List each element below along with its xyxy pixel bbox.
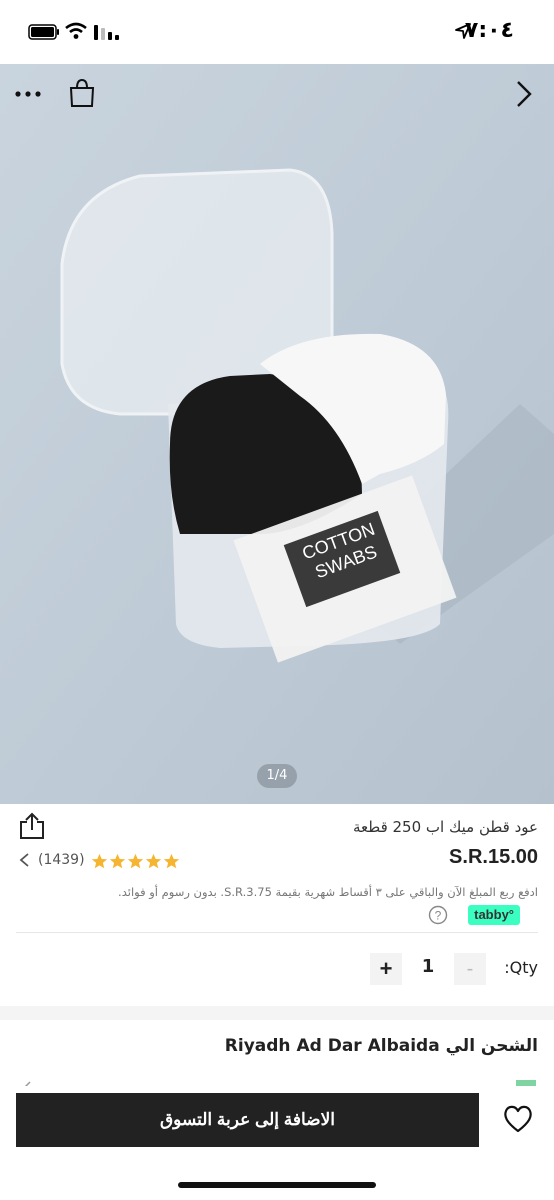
star-icon — [163, 853, 179, 868]
product-price: S.R.15.00 — [449, 846, 538, 868]
status-bar: ٧:٠٤ — [0, 0, 554, 64]
quantity-label: :Qty — [504, 958, 538, 977]
svg-text:?: ? — [435, 909, 442, 923]
product-photo: COTTON SWABS — [0, 64, 554, 804]
tabby-label: tabby — [474, 907, 509, 922]
tabby-badge: tabby° — [468, 905, 520, 925]
bottom-action-bar: الاضافة إلى عربة التسوق — [0, 1086, 554, 1200]
battery-icon — [28, 24, 59, 40]
star-icon — [145, 853, 161, 868]
rating-count: (1439) — [38, 852, 85, 868]
heart-icon[interactable] — [502, 1104, 534, 1134]
product-image-gallery[interactable]: COTTON SWABS 1/4 — [0, 64, 554, 804]
rating-summary[interactable]: (1439) — [18, 849, 181, 871]
signal-icon — [94, 25, 119, 40]
section-separator — [0, 1006, 554, 1020]
chevron-left-icon — [19, 853, 29, 867]
status-time: ٧:٠٤ — [464, 18, 514, 43]
star-icon — [91, 853, 107, 868]
quantity-value: 1 — [421, 956, 435, 977]
rating-stars — [91, 851, 181, 870]
shopping-bag-icon[interactable] — [68, 78, 96, 108]
share-icon[interactable] — [18, 812, 46, 840]
star-icon — [127, 853, 143, 868]
quantity-decrease-button[interactable]: - — [454, 953, 486, 985]
product-title: عود قطن ميك اب 250 قطعة — [352, 818, 538, 836]
page-indicator: 1/4 — [257, 764, 297, 788]
shipping-destination[interactable]: الشحن الي Riyadh Ad Dar Albaida — [225, 1036, 538, 1056]
chevron-right-icon[interactable] — [514, 78, 534, 110]
add-to-cart-button[interactable]: الاضافة إلى عربة التسوق — [16, 1093, 479, 1147]
home-indicator — [178, 1182, 376, 1188]
installment-text: ادفع ربع المبلغ الآن والباقي على ٣ أقساط… — [118, 885, 538, 899]
star-icon — [109, 853, 125, 868]
divider — [16, 932, 538, 933]
more-icon[interactable] — [14, 88, 46, 100]
quantity-increase-button[interactable]: + — [370, 953, 402, 985]
help-icon[interactable]: ? — [428, 905, 448, 925]
wifi-icon — [65, 22, 87, 39]
